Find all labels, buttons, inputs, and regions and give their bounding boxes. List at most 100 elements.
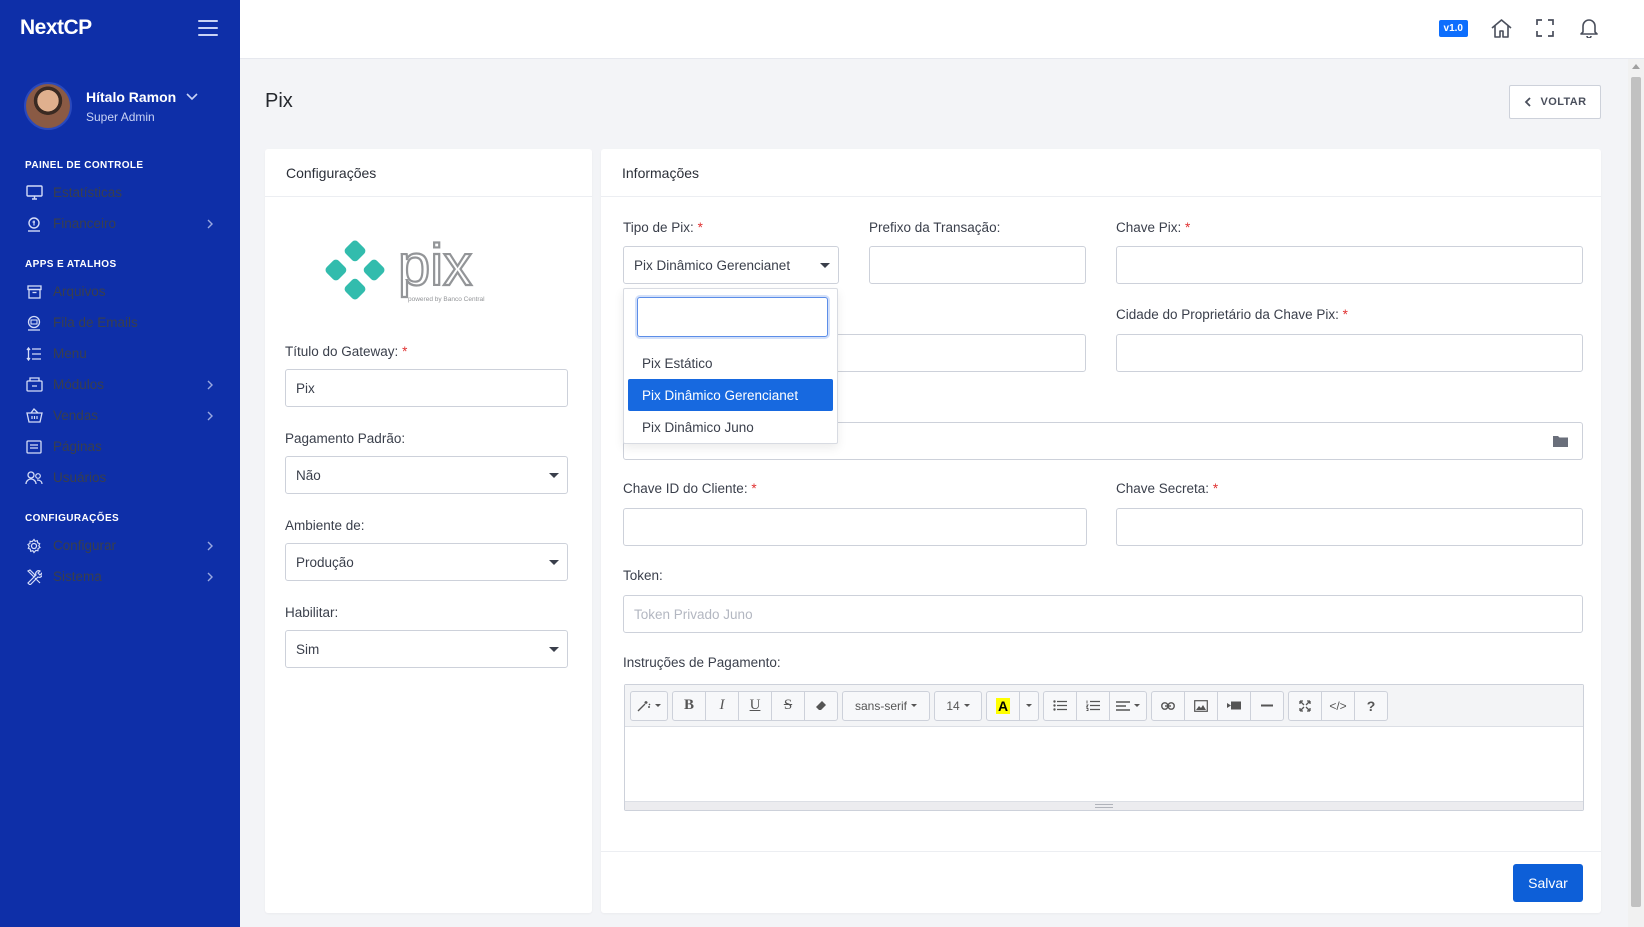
user-role: Super Admin bbox=[86, 109, 155, 124]
sidebar-item-vendas[interactable]: Vendas bbox=[0, 400, 240, 431]
strikethrough-icon[interactable]: S bbox=[771, 690, 805, 721]
pix-key-field[interactable] bbox=[1116, 246, 1583, 284]
sidebar-item-label: Usuários bbox=[53, 470, 107, 485]
align-icon[interactable] bbox=[1109, 690, 1147, 721]
font-family-value: sans-serif bbox=[854, 698, 907, 713]
magic-wand-icon[interactable] bbox=[630, 690, 668, 721]
monitor-icon bbox=[25, 184, 43, 202]
color-caret-icon[interactable] bbox=[1019, 690, 1039, 721]
basket-icon bbox=[25, 407, 43, 425]
sidebar-item-label: Estatísticas bbox=[53, 185, 123, 200]
pix-type-select[interactable]: Pix Dinâmico Gerencianet bbox=[623, 246, 839, 284]
caret-down-icon bbox=[549, 647, 559, 652]
user-profile[interactable]: Hítalo Ramon Super Admin bbox=[0, 56, 240, 146]
enable-label: Habilitar: bbox=[285, 605, 339, 620]
image-icon[interactable] bbox=[1184, 690, 1218, 721]
video-icon[interactable] bbox=[1217, 690, 1251, 721]
hidden-field-behind-dropdown[interactable] bbox=[823, 334, 1086, 372]
sidebar-item-label: Financeiro bbox=[53, 216, 117, 231]
pages-icon bbox=[25, 438, 43, 456]
text-color-icon[interactable]: A bbox=[986, 690, 1020, 721]
enable-value: Sim bbox=[296, 641, 320, 657]
avatar bbox=[24, 82, 72, 130]
users-icon bbox=[25, 469, 43, 487]
folder-button[interactable] bbox=[1538, 422, 1583, 460]
brand-bar: NextCP bbox=[0, 0, 240, 56]
italic-icon[interactable]: I bbox=[705, 690, 739, 721]
sidebar-item-configurar[interactable]: Configurar bbox=[0, 530, 240, 561]
dropdown-option[interactable]: Pix Estático bbox=[628, 347, 833, 379]
caret-down-icon bbox=[820, 263, 830, 268]
code-view-icon[interactable]: </> bbox=[1321, 690, 1355, 721]
chevron-right-icon bbox=[207, 411, 213, 420]
sidebar-item-paginas[interactable]: Páginas bbox=[0, 431, 240, 462]
token-field[interactable]: Token Privado Juno bbox=[623, 595, 1583, 633]
fullscreen-icon[interactable] bbox=[1534, 17, 1556, 39]
environment-select[interactable]: Produção bbox=[285, 543, 568, 581]
archive-icon bbox=[25, 283, 43, 301]
pix-key-label: Chave Pix: * bbox=[1116, 220, 1191, 235]
horizontal-rule-icon[interactable] bbox=[1250, 690, 1284, 721]
sidebar-item-fila-de-emails[interactable]: Fila de Emails bbox=[0, 307, 240, 338]
sidebar-item-label: Módulos bbox=[53, 377, 105, 392]
chevron-right-icon bbox=[207, 541, 213, 550]
client-id-field[interactable] bbox=[623, 508, 1087, 546]
secret-key-field[interactable] bbox=[1116, 508, 1583, 546]
bell-icon[interactable] bbox=[1578, 17, 1600, 39]
unordered-list-icon[interactable] bbox=[1043, 690, 1077, 721]
editor-resize-handle[interactable] bbox=[625, 801, 1583, 810]
bold-icon[interactable]: B bbox=[672, 690, 706, 721]
link-icon[interactable] bbox=[1151, 690, 1185, 721]
config-card-title: Configurações bbox=[265, 149, 592, 197]
secret-key-label: Chave Secreta: * bbox=[1116, 481, 1219, 496]
eraser-icon[interactable] bbox=[804, 690, 838, 721]
save-button[interactable]: Salvar bbox=[1513, 864, 1583, 902]
dropdown-option[interactable]: Pix Dinâmico Juno bbox=[628, 411, 833, 443]
token-label: Token: bbox=[623, 568, 663, 583]
menu-list-icon bbox=[25, 345, 43, 363]
chevron-left-icon bbox=[1524, 97, 1531, 107]
dropdown-search-input[interactable] bbox=[637, 297, 828, 337]
back-button[interactable]: VOLTAR bbox=[1509, 85, 1601, 119]
default-payment-select[interactable]: Não bbox=[285, 456, 568, 494]
sidebar-item-menu[interactable]: Menu bbox=[0, 338, 240, 369]
caret-down-icon bbox=[549, 473, 559, 478]
sidebar-item-label: Vendas bbox=[53, 408, 99, 423]
chevron-down-icon[interactable] bbox=[186, 92, 198, 101]
city-field[interactable] bbox=[1116, 334, 1583, 372]
instructions-editor: B I U S sans-serif 14 A </> ? bbox=[624, 684, 1584, 811]
enable-select[interactable]: Sim bbox=[285, 630, 568, 668]
brand-logo[interactable]: NextCP bbox=[20, 16, 92, 40]
nav-section-title: APPS E ATALHOS bbox=[25, 259, 117, 270]
editor-content[interactable] bbox=[625, 727, 1583, 801]
help-icon[interactable]: ? bbox=[1354, 690, 1388, 721]
editor-toolbar: B I U S sans-serif 14 A </> ? bbox=[625, 685, 1583, 727]
hamburger-menu-icon[interactable] bbox=[198, 20, 218, 36]
topbar: v1.0 bbox=[240, 0, 1644, 59]
version-badge: v1.0 bbox=[1438, 19, 1468, 37]
dropdown-option-selected[interactable]: Pix Dinâmico Gerencianet bbox=[628, 379, 833, 411]
font-family-dropdown[interactable]: sans-serif bbox=[842, 690, 930, 721]
sidebar-item-sistema[interactable]: Sistema bbox=[0, 561, 240, 592]
page-scrollbar[interactable] bbox=[1628, 59, 1644, 927]
underline-icon[interactable]: U bbox=[738, 690, 772, 721]
sidebar-item-estatisticas[interactable]: Estatísticas bbox=[0, 177, 240, 208]
pix-type-value: Pix Dinâmico Gerencianet bbox=[634, 257, 791, 273]
money-icon bbox=[25, 215, 43, 233]
config-card: Configurações pix powered by Banco Centr… bbox=[265, 149, 592, 913]
prefix-field[interactable] bbox=[869, 246, 1086, 284]
home-icon[interactable] bbox=[1490, 17, 1512, 39]
nav-section-apps: APPS E ATALHOS Arquivos Fila de Emails M… bbox=[0, 259, 240, 493]
back-button-label: VOLTAR bbox=[1540, 96, 1587, 108]
default-payment-value: Não bbox=[296, 467, 321, 483]
gateway-title-field[interactable]: Pix bbox=[285, 369, 568, 407]
chevron-right-icon bbox=[207, 572, 213, 581]
ordered-list-icon[interactable] bbox=[1076, 690, 1110, 721]
sidebar-item-financeiro[interactable]: Financeiro bbox=[0, 208, 240, 239]
sidebar-item-usuarios[interactable]: Usuários bbox=[0, 462, 240, 493]
chevron-right-icon bbox=[207, 380, 213, 389]
font-size-dropdown[interactable]: 14 bbox=[934, 690, 982, 721]
sidebar-item-arquivos[interactable]: Arquivos bbox=[0, 276, 240, 307]
fullscreen-icon[interactable] bbox=[1288, 690, 1322, 721]
sidebar-item-modulos[interactable]: Módulos bbox=[0, 369, 240, 400]
